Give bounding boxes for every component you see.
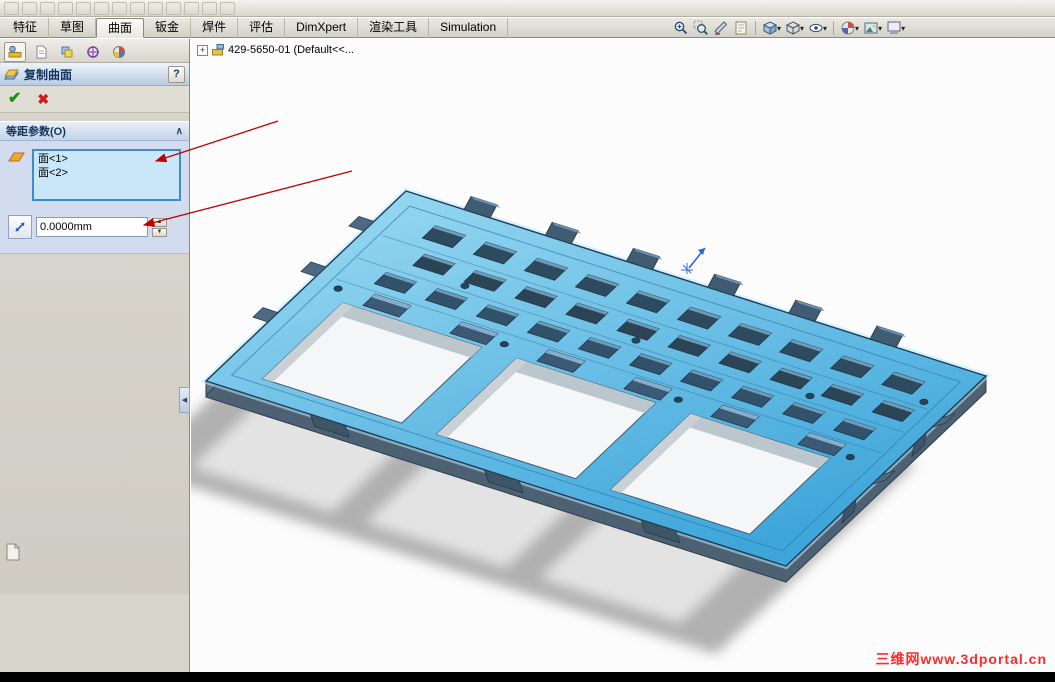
commandmanager-tabs: 特征 草图 曲面 钣金 焊件 评估 DimXpert 渲染工具 Simulati… bbox=[2, 18, 509, 38]
flip-offset-button[interactable] bbox=[8, 215, 32, 239]
property-manager-panel: 复制曲面 ? ✔ ✖ 等距参数(O) ∧ 面<1> 面<2> 0.0000mm … bbox=[0, 39, 190, 672]
toolbar-button[interactable] bbox=[94, 2, 109, 15]
toolbar-button[interactable] bbox=[4, 2, 19, 15]
view-orientation-icon[interactable]: ▾ bbox=[761, 19, 782, 37]
solidworks-window: 特征 草图 曲面 钣金 焊件 评估 DimXpert 渲染工具 Simulati… bbox=[0, 0, 1055, 682]
panel-collapse-arrow[interactable]: ◀ bbox=[179, 387, 190, 413]
toolbar-button[interactable] bbox=[112, 2, 127, 15]
heads-up-view-toolbar: ▾ ▾ ▾ ▾ ▾ ▾ bbox=[672, 19, 906, 37]
section-view-icon[interactable] bbox=[712, 19, 730, 37]
tab-weldments[interactable]: 焊件 bbox=[191, 18, 239, 38]
toolbar-button[interactable] bbox=[202, 2, 217, 15]
dropdown-arrow-icon: ▾ bbox=[878, 23, 883, 33]
toolbar-button[interactable] bbox=[76, 2, 91, 15]
face-selection-icon bbox=[8, 152, 25, 162]
toolbar-button[interactable] bbox=[148, 2, 163, 15]
face-selection-list[interactable]: 面<1> 面<2> bbox=[32, 149, 181, 201]
dropdown-arrow-icon: ▾ bbox=[777, 23, 782, 33]
help-button[interactable]: ? bbox=[168, 65, 185, 83]
section-label: 等距参数(O) bbox=[6, 126, 66, 138]
configurationmanager-tab[interactable] bbox=[56, 42, 78, 62]
part-icon bbox=[212, 44, 224, 56]
top-toolbar bbox=[0, 0, 1055, 17]
display-style-icon[interactable]: ▾ bbox=[784, 19, 805, 37]
propertymanager-title-bar: 复制曲面 ? bbox=[0, 63, 189, 86]
dropdown-arrow-icon: ▾ bbox=[901, 23, 906, 33]
hide-show-items-icon[interactable]: ▾ bbox=[807, 19, 828, 37]
status-bar bbox=[0, 672, 1055, 682]
ok-button[interactable]: ✔ bbox=[8, 91, 21, 107]
tab-sheet-metal[interactable]: 钣金 bbox=[144, 18, 192, 38]
featuremanager-tab[interactable] bbox=[30, 42, 52, 62]
watermark-text: 三维网www.3dportal.cn bbox=[875, 651, 1047, 667]
panel-empty-area bbox=[0, 254, 189, 594]
tab-dimxpert[interactable]: DimXpert bbox=[285, 18, 359, 38]
toolbar-button[interactable] bbox=[220, 2, 235, 15]
toolbar-button[interactable] bbox=[166, 2, 181, 15]
spin-up-button[interactable]: ▲ bbox=[152, 217, 167, 227]
tab-surfaces[interactable]: 曲面 bbox=[96, 18, 145, 38]
copy-surface-icon bbox=[4, 69, 19, 80]
zoom-to-fit-icon[interactable] bbox=[672, 19, 690, 37]
ok-cancel-bar: ✔ ✖ bbox=[0, 86, 189, 113]
offset-parameters-header[interactable]: 等距参数(O) ∧ bbox=[0, 121, 189, 141]
tab-evaluate[interactable]: 评估 bbox=[238, 18, 286, 38]
toolbar-button[interactable] bbox=[58, 2, 73, 15]
apply-scene-icon[interactable]: ▾ bbox=[862, 19, 883, 37]
view-settings-icon[interactable]: ▾ bbox=[885, 19, 906, 37]
toolbar-button[interactable] bbox=[22, 2, 37, 15]
toolbar-button[interactable] bbox=[130, 2, 145, 15]
dropdown-arrow-icon: ▾ bbox=[855, 23, 860, 33]
toolbar-separator bbox=[833, 21, 835, 35]
selected-face-item[interactable]: 面<1> bbox=[38, 152, 175, 166]
cancel-button[interactable]: ✖ bbox=[37, 92, 49, 106]
commandmanager-tab-row: 特征 草图 曲面 钣金 焊件 评估 DimXpert 渲染工具 Simulati… bbox=[0, 18, 1055, 38]
part-name-label: 429-5650-01 (Default<<... bbox=[228, 44, 354, 56]
flip-direction-icon bbox=[15, 222, 25, 232]
tab-render-tools[interactable]: 渲染工具 bbox=[358, 18, 430, 38]
toolbar-button[interactable] bbox=[184, 2, 199, 15]
edit-appearance-icon[interactable]: ▾ bbox=[839, 19, 860, 37]
graphics-viewport[interactable]: + 429-5650-01 (Default<<... 三维网www.3dpor… bbox=[191, 39, 1055, 672]
document-icon[interactable] bbox=[5, 543, 21, 566]
tab-features[interactable]: 特征 bbox=[2, 18, 50, 38]
part-3d-model[interactable] bbox=[191, 39, 1055, 672]
offset-spinner: ▲ ▼ bbox=[152, 217, 167, 237]
collapse-chevron-icon: ∧ bbox=[175, 125, 183, 137]
dropdown-arrow-icon: ▾ bbox=[823, 23, 828, 33]
toolbar-separator bbox=[755, 21, 756, 35]
tree-expand-icon[interactable]: + bbox=[197, 44, 208, 56]
dropdown-arrow-icon: ▾ bbox=[800, 23, 805, 33]
offset-parameters-body: 面<1> 面<2> ▲ ▼ bbox=[0, 141, 189, 254]
panel-title: 复制曲面 bbox=[24, 67, 73, 82]
panel-spacer bbox=[0, 113, 189, 121]
displaymanager-tab[interactable] bbox=[108, 42, 130, 62]
flyout-feature-tree[interactable]: + 429-5650-01 (Default<<... bbox=[197, 43, 354, 57]
zoom-area-icon[interactable] bbox=[692, 19, 710, 37]
offset-distance-input[interactable] bbox=[36, 217, 148, 237]
propertymanager-tab[interactable] bbox=[4, 42, 26, 62]
annotations-icon[interactable] bbox=[732, 19, 750, 37]
spin-down-button[interactable]: ▼ bbox=[152, 227, 167, 237]
toolbar-button[interactable] bbox=[40, 2, 55, 15]
dimxpertmanager-tab[interactable] bbox=[82, 42, 104, 62]
tab-simulation[interactable]: Simulation bbox=[429, 18, 509, 38]
selected-face-item[interactable]: 面<2> bbox=[38, 166, 175, 180]
panel-tab-bar bbox=[0, 39, 189, 63]
tab-sketch[interactable]: 草图 bbox=[49, 18, 97, 38]
